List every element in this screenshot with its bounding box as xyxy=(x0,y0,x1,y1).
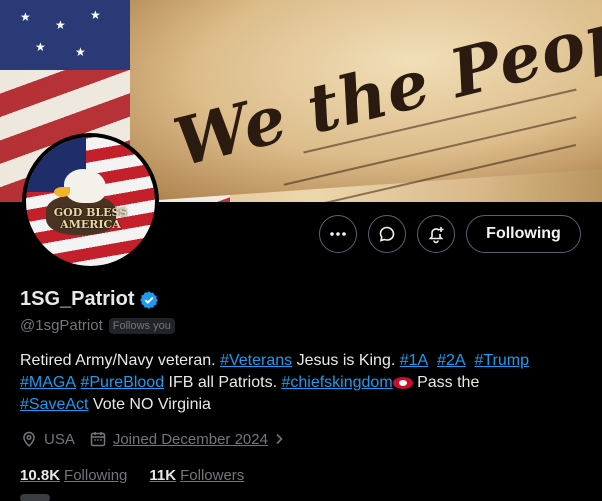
joined-text[interactable]: Joined December 2024 xyxy=(113,431,268,448)
hashtag-1a[interactable]: #1A xyxy=(400,352,428,369)
more-button[interactable] xyxy=(319,215,357,253)
message-icon xyxy=(379,226,395,242)
bell-plus-icon xyxy=(428,227,444,244)
message-button[interactable] xyxy=(368,215,406,253)
hashtag-maga[interactable]: #MAGA xyxy=(20,374,76,391)
bio-text: Vote NO Virginia xyxy=(88,396,211,413)
more-icon xyxy=(330,232,346,236)
location-text: USA xyxy=(44,430,75,448)
chevron-right-icon xyxy=(276,433,283,445)
hashtag-trump[interactable]: #Trump xyxy=(474,352,529,369)
bio: Retired Army/Navy veteran. #Veterans Jes… xyxy=(20,350,590,416)
handle-row: @1sgPatriot Follows you xyxy=(20,317,175,334)
flag-canton: ★ ★ ★ ★ ★ xyxy=(0,0,130,70)
verified-badge-icon[interactable] xyxy=(139,290,159,310)
notify-button[interactable] xyxy=(417,215,455,253)
hashtag-2a[interactable]: #2A xyxy=(437,352,465,369)
hashtag-pureblood[interactable]: #PureBlood xyxy=(80,374,164,391)
avatar-text: GOD BLESS AMERICA xyxy=(53,206,128,231)
following-button[interactable]: Following xyxy=(466,215,581,253)
chiefs-arrowhead-icon xyxy=(392,376,413,389)
display-name: 1SG_Patriot xyxy=(20,288,135,310)
bio-text: Retired Army/Navy veteran. xyxy=(20,352,221,369)
followers-stat[interactable]: 11K Followers xyxy=(149,467,244,484)
bio-text: IFB all Patriots. xyxy=(164,374,282,391)
bio-text: Pass the xyxy=(412,374,480,391)
followers-count: 11K xyxy=(149,467,177,484)
profile-meta: USA Joined December 2024 xyxy=(20,430,306,448)
avatar-image: GOD BLESS AMERICA xyxy=(26,137,155,266)
followed-by-avatars xyxy=(20,494,50,501)
followers-label: Followers xyxy=(180,467,245,484)
calendar-icon xyxy=(90,432,106,447)
name-row: 1SG_Patriot xyxy=(20,288,159,311)
avatar[interactable]: GOD BLESS AMERICA xyxy=(22,133,159,270)
hashtag-saveact[interactable]: #SaveAct xyxy=(20,396,88,413)
following-count: 10.8K xyxy=(20,467,61,484)
handle: @1sgPatriot xyxy=(20,317,103,334)
eagle-beak xyxy=(54,187,70,197)
join-date[interactable]: Joined December 2024 xyxy=(89,430,292,448)
following-label: Following xyxy=(64,467,128,484)
hashtag-veterans[interactable]: #Veterans xyxy=(220,352,292,369)
follows-you-badge: Follows you xyxy=(108,317,175,334)
following-stat[interactable]: 10.8K Following xyxy=(20,467,127,484)
hashtag-chiefskingdom[interactable]: #chiefskingdom xyxy=(281,374,392,391)
follow-stats: 10.8K Following 11K Followers xyxy=(20,467,266,484)
eagle-head xyxy=(64,169,106,203)
location-pin-icon xyxy=(23,431,35,448)
bio-text: Jesus is King. xyxy=(292,352,400,369)
location: USA xyxy=(20,430,75,448)
